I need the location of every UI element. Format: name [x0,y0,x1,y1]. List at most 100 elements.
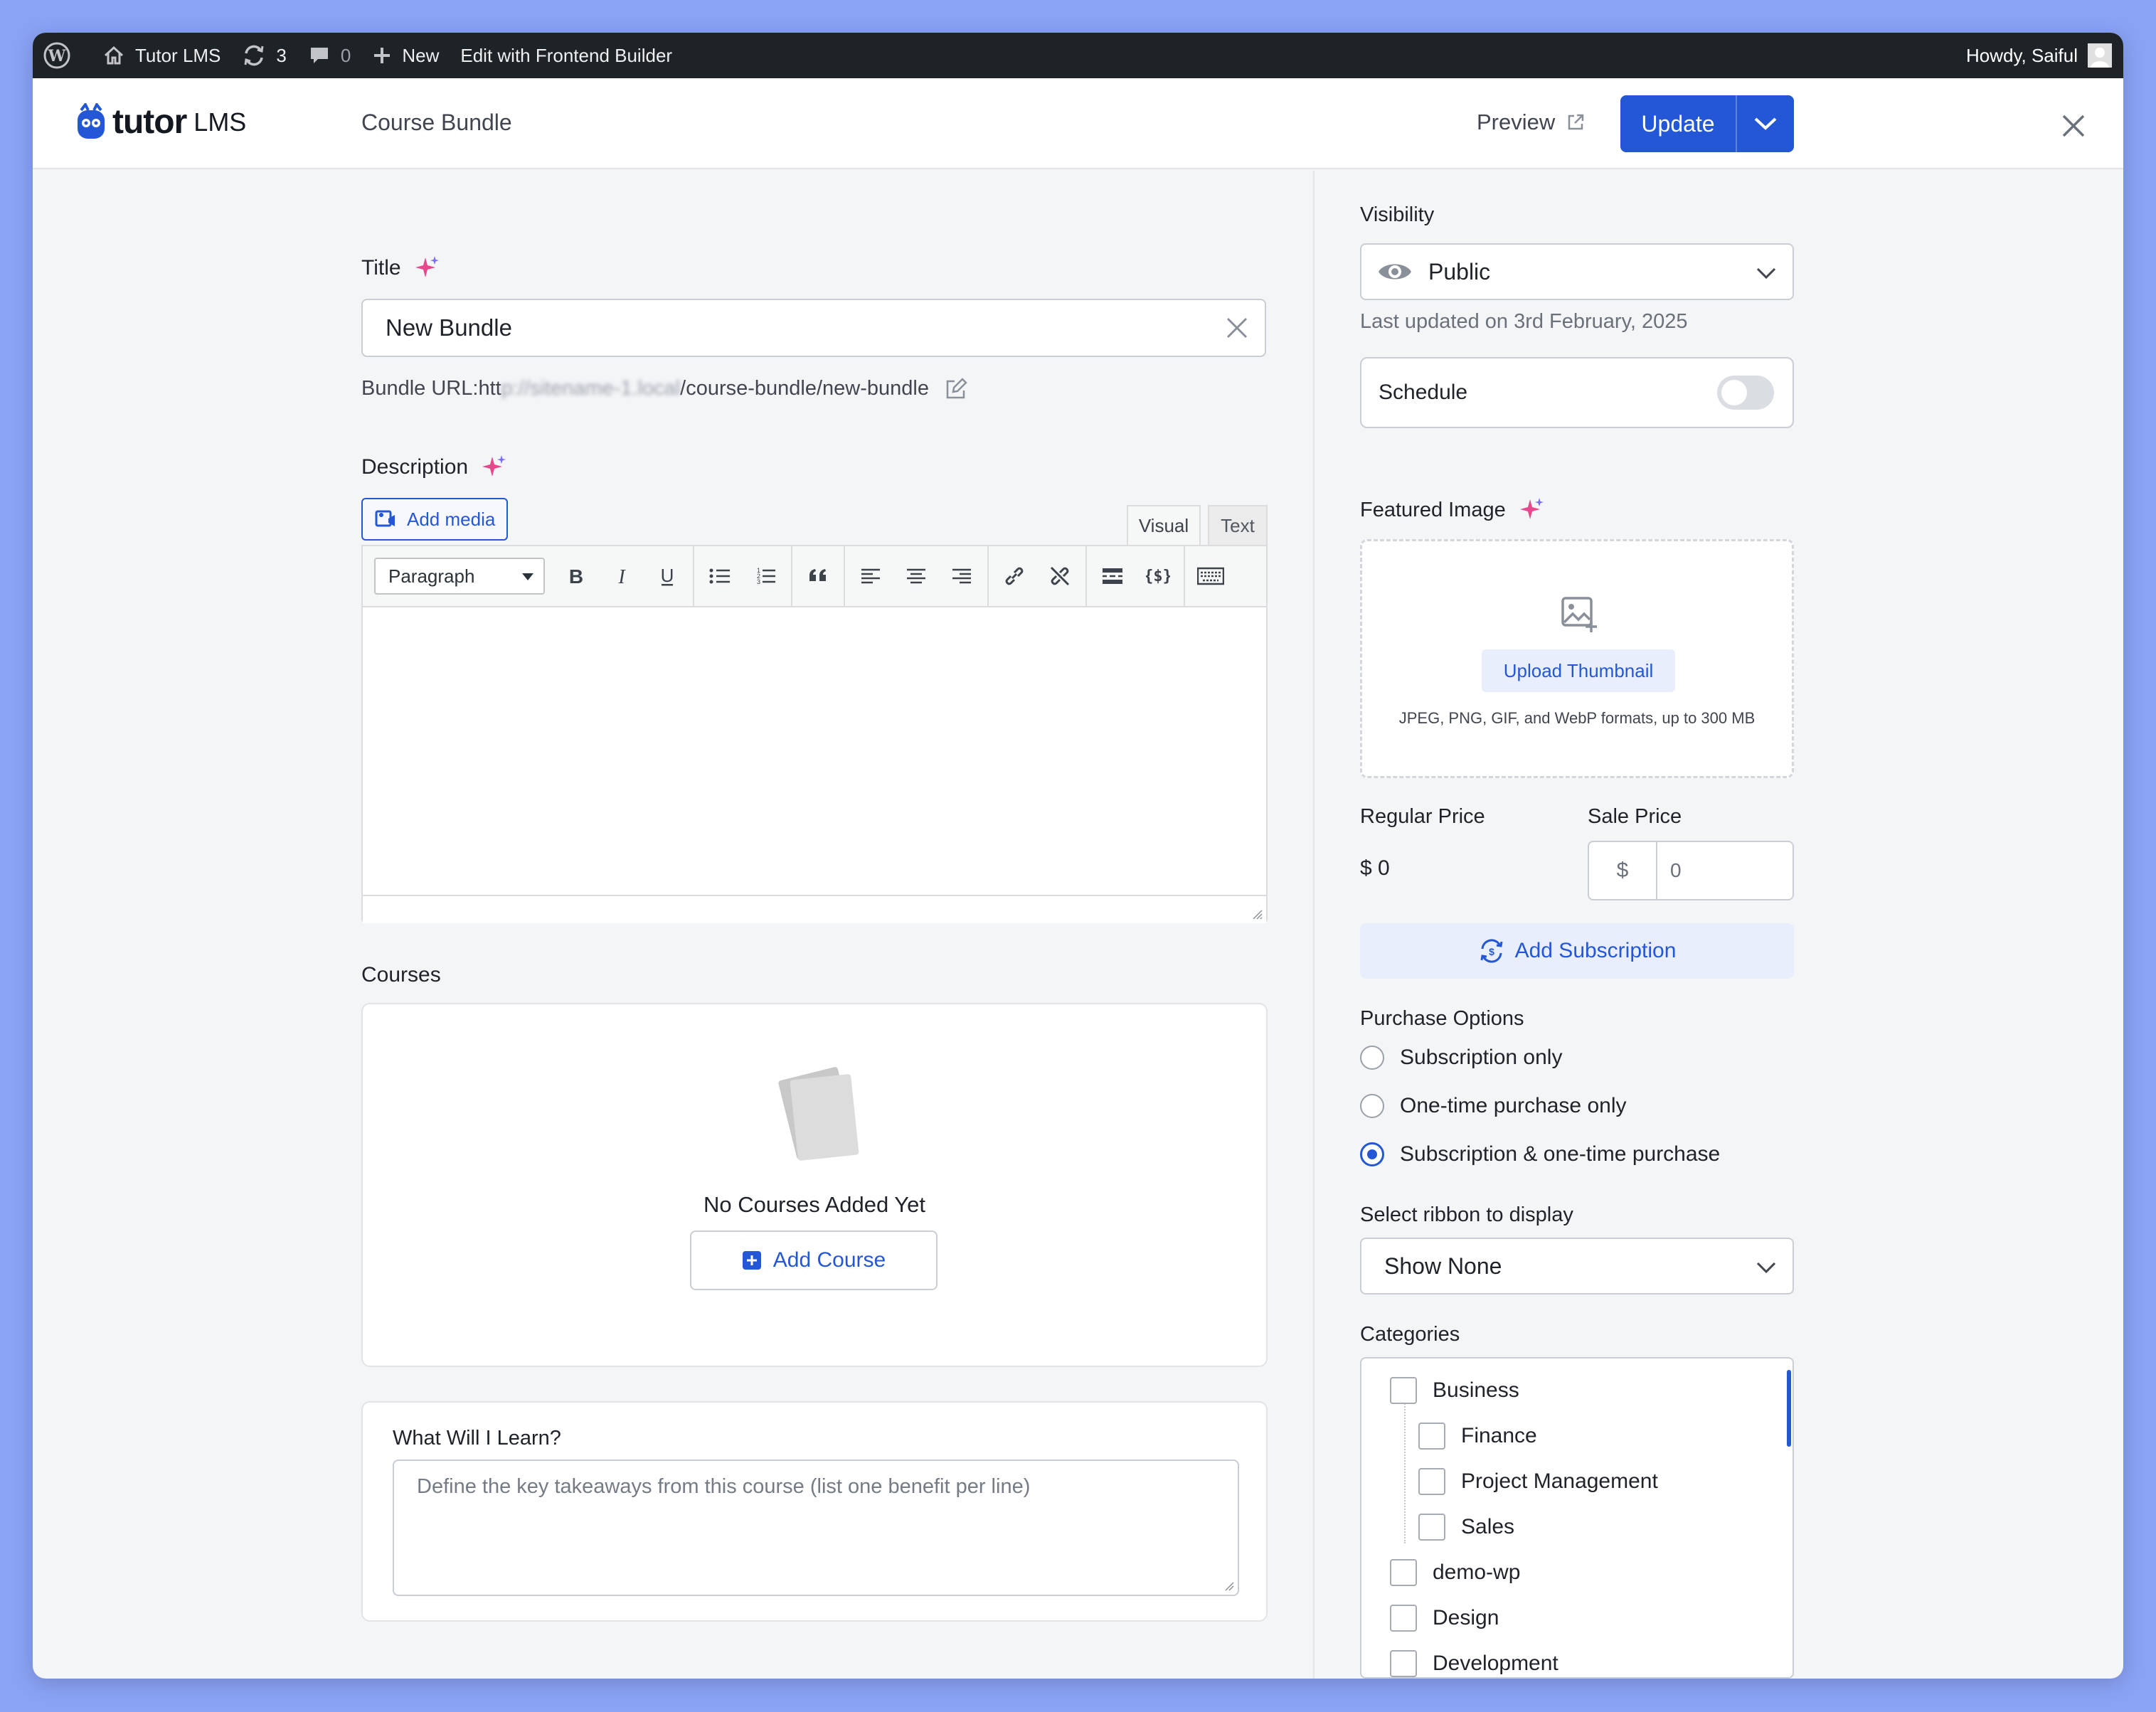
categories-label: Categories [1360,1323,1460,1346]
visibility-select[interactable]: Public [1360,243,1794,300]
learn-textarea[interactable]: Define the key takeaways from this cours… [393,1460,1239,1596]
svg-text:3: 3 [757,578,760,585]
new-content-link[interactable]: New [372,33,439,78]
preview-link[interactable]: Preview [1477,110,1585,135]
featured-image-dropzone[interactable]: Upload Thumbnail JPEG, PNG, GIF, and Web… [1360,539,1794,778]
category-checkbox[interactable] [1390,1559,1417,1586]
toolbar-toggle-button[interactable] [1188,553,1233,599]
shortcode-icon: {$} [1146,568,1170,585]
category-checkbox[interactable] [1418,1423,1445,1450]
close-button[interactable] [2061,114,2086,142]
category-label: Sales [1461,1515,1515,1538]
ai-sparkle-icon[interactable] [414,255,441,282]
purchase-option-subscription[interactable]: Subscription only [1360,1046,1562,1070]
category-item[interactable]: Sales [1418,1514,1514,1541]
title-input[interactable]: New Bundle [361,299,1266,357]
bold-icon: B [569,565,583,587]
category-item[interactable]: Finance [1418,1423,1537,1450]
bullet-list-button[interactable] [697,553,743,599]
what-will-i-learn-panel: What Will I Learn? Define the key takeaw… [361,1401,1268,1622]
category-checkbox[interactable] [1390,1377,1417,1404]
ribbon-select[interactable]: Show None [1360,1238,1794,1294]
update-dropdown-button[interactable] [1736,95,1794,152]
categories-list[interactable]: Business Finance Project Management Sale… [1360,1357,1794,1679]
sale-price-input[interactable]: $ 0 [1588,841,1794,900]
wordpress-logo-button[interactable]: W [43,33,81,78]
learn-label: What Will I Learn? [393,1427,561,1450]
upload-thumbnail-button[interactable]: Upload Thumbnail [1482,649,1675,692]
category-item[interactable]: demo-wp [1390,1559,1520,1586]
align-center-button[interactable] [893,553,939,599]
format-select[interactable]: Paragraph [374,558,545,595]
edit-icon[interactable] [945,377,967,400]
insert-link-button[interactable] [992,553,1037,599]
app-window: W Tutor LMS 3 0 New Edit with Frontend B… [33,33,2123,1679]
account-menu[interactable]: Howdy, Saiful [1966,43,2112,68]
frontend-builder-link[interactable]: Edit with Frontend Builder [460,33,672,78]
toolbar-divider [1085,546,1087,607]
clear-icon[interactable] [1225,316,1249,340]
category-checkbox[interactable] [1418,1468,1445,1495]
category-item[interactable]: Design [1390,1605,1499,1632]
empty-courses-icon [778,1067,859,1161]
no-courses-text: No Courses Added Yet [703,1192,925,1217]
blockquote-button[interactable] [795,553,841,599]
align-left-icon [861,568,880,584]
ai-sparkle-icon[interactable] [481,454,508,481]
underline-button[interactable]: U [644,553,690,599]
toolbar-divider [1184,546,1185,607]
radio-button[interactable] [1360,1046,1384,1070]
format-select-value: Paragraph [388,565,475,587]
purchase-option-both[interactable]: Subscription & one-time purchase [1360,1142,1720,1166]
last-updated-text: Last updated on 3rd February, 2025 [1360,310,1688,333]
scrollbar-thumb[interactable] [1787,1370,1791,1447]
italic-button[interactable]: I [599,553,644,599]
remove-link-button[interactable] [1037,553,1083,599]
featured-image-label: Featured Image [1360,498,1506,521]
radio-button[interactable] [1360,1094,1384,1118]
ai-sparkle-icon[interactable] [1519,496,1546,523]
category-item[interactable]: Project Management [1418,1468,1658,1495]
add-subscription-label: Add Subscription [1514,939,1677,962]
link-icon [1005,567,1024,585]
toolbar-divider [791,546,792,607]
add-media-button[interactable]: Add media [361,498,509,541]
site-name-link[interactable]: Tutor LMS [102,33,221,78]
purchase-option-one-time[interactable]: One-time purchase only [1360,1094,1627,1118]
tab-visual[interactable]: Visual [1127,505,1201,545]
category-checkbox[interactable] [1418,1514,1445,1541]
category-item[interactable]: Business [1390,1377,1519,1404]
align-left-button[interactable] [848,553,893,599]
update-button[interactable]: Update [1620,95,1736,152]
external-link-icon [1568,114,1584,130]
courses-label: Courses [361,963,441,987]
schedule-toggle[interactable] [1717,376,1774,410]
avatar-icon [2088,43,2112,68]
align-right-button[interactable] [939,553,984,599]
resize-handle-icon[interactable] [1249,906,1263,920]
editor-content-area[interactable] [363,607,1266,895]
featured-image-field-label: Featured Image [1360,496,1546,523]
bold-button[interactable]: B [553,553,599,599]
comments-link[interactable]: 0 [308,33,351,78]
schedule-panel: Schedule [1360,357,1794,428]
add-subscription-button[interactable]: $ Add Subscription [1360,923,1794,979]
regular-price-label: Regular Price [1360,805,1485,828]
radio-button-selected[interactable] [1360,1142,1384,1166]
category-checkbox[interactable] [1390,1650,1417,1677]
numbered-list-button[interactable]: 123 [743,553,788,599]
numbered-list-icon: 123 [757,567,775,585]
updates-link[interactable]: 3 [242,33,287,78]
svg-text:I: I [617,566,626,587]
category-checkbox[interactable] [1390,1605,1417,1632]
category-item[interactable]: Development [1390,1650,1558,1677]
category-label: Business [1433,1378,1519,1402]
purchase-option-label: One-time purchase only [1400,1094,1627,1117]
builder-header: tutor LMS Course Bundle Preview Update [33,78,2123,169]
toolbar-divider [844,546,845,607]
read-more-button[interactable] [1090,553,1135,599]
shortcode-button[interactable]: {$} [1135,553,1181,599]
add-course-button[interactable]: Add Course [690,1230,938,1290]
resize-handle-icon[interactable] [1222,1579,1235,1592]
tab-text[interactable]: Text [1208,505,1268,545]
